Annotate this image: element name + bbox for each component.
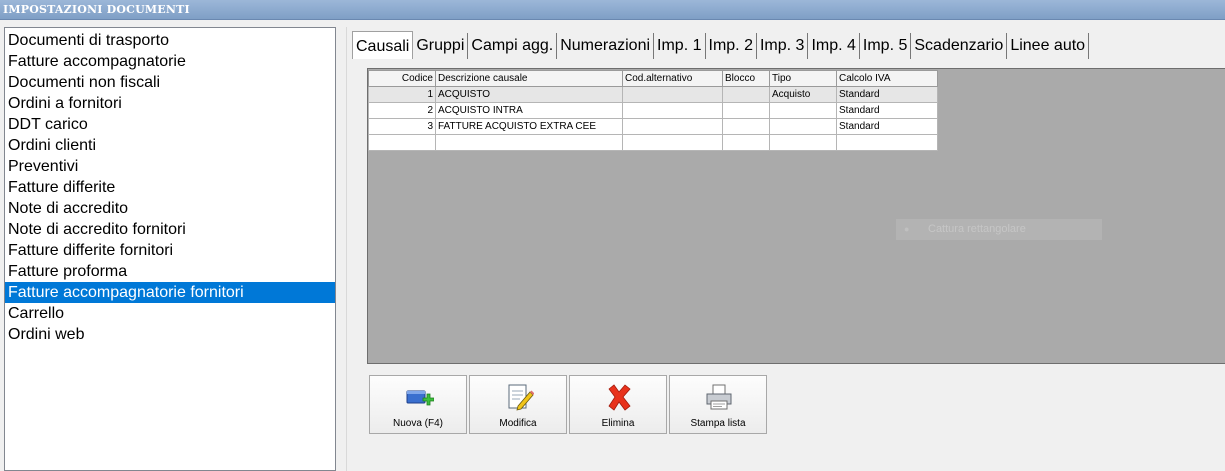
- cell-descrizione: FATTURE ACQUISTO EXTRA CEE: [435, 118, 623, 135]
- sidebar-item-fatture-differite-fornitori[interactable]: Fatture differite fornitori: [5, 240, 335, 261]
- sidebar-item-fatture-accompagnatorie-fornitori[interactable]: Fatture accompagnatorie fornitori: [5, 282, 335, 303]
- tab-imp-5[interactable]: Imp. 5: [860, 33, 912, 59]
- sidebar-item-preventivi[interactable]: Preventivi: [5, 156, 335, 177]
- sidebar-item-note-di-accredito[interactable]: Note di accredito: [5, 198, 335, 219]
- tab-campi-agg[interactable]: Campi agg.: [468, 33, 558, 59]
- delete-x-icon: [608, 384, 631, 411]
- cell-blocco: [722, 102, 770, 119]
- causali-table: Codice Descrizione causale Cod.alternati…: [368, 70, 938, 151]
- cell-descrizione[interactable]: [435, 134, 623, 151]
- sidebar-item-ordini-a-fornitori[interactable]: Ordini a fornitori: [5, 93, 335, 114]
- tab-scadenzario[interactable]: Scadenzario: [911, 33, 1008, 59]
- document-type-list[interactable]: Documenti di trasporto Fatture accompagn…: [4, 27, 336, 471]
- tab-causali[interactable]: Causali: [352, 31, 414, 59]
- print-list-button[interactable]: Stampa lista: [669, 375, 767, 434]
- screen-capture-overlay: ● Cattura rettangolare: [896, 219, 1102, 240]
- tab-imp-3[interactable]: Imp. 3: [757, 33, 809, 59]
- tab-linee-auto[interactable]: Linee auto: [1007, 33, 1090, 59]
- cell-cod-alternativo: [622, 102, 723, 119]
- cell-tipo: Acquisto: [769, 86, 837, 103]
- tab-imp-2[interactable]: Imp. 2: [706, 33, 757, 59]
- column-header-cod-alternativo[interactable]: Cod.alternativo: [622, 70, 723, 87]
- sidebar-item-documenti-non-fiscali[interactable]: Documenti non fiscali: [5, 72, 335, 93]
- cell-cod-alternativo: [622, 118, 723, 135]
- window-title: IMPOSTAZIONI DOCUMENTI: [3, 3, 190, 16]
- record-dot-icon: ●: [904, 224, 910, 234]
- column-header-blocco[interactable]: Blocco: [722, 70, 770, 87]
- sidebar-item-fatture-accompagnatorie[interactable]: Fatture accompagnatorie: [5, 51, 335, 72]
- cell-descrizione: ACQUISTO INTRA: [435, 102, 623, 119]
- tab-gruppi[interactable]: Gruppi: [413, 33, 469, 59]
- cell-tipo: [769, 102, 837, 119]
- cell-blocco: [722, 118, 770, 135]
- cell-calcolo-iva: Standard: [836, 102, 938, 119]
- cell-cod-alternativo[interactable]: [622, 134, 723, 151]
- column-header-descrizione[interactable]: Descrizione causale: [435, 70, 623, 87]
- cell-descrizione: ACQUISTO: [435, 86, 623, 103]
- cell-calcolo-iva: Standard: [836, 86, 938, 103]
- tab-numerazioni[interactable]: Numerazioni: [557, 33, 655, 59]
- delete-button[interactable]: Elimina: [569, 375, 667, 434]
- cell-tipo[interactable]: [769, 134, 837, 151]
- sidebar-item-fatture-proforma[interactable]: Fatture proforma: [5, 261, 335, 282]
- table-row[interactable]: 1 ACQUISTO Acquisto Standard: [368, 86, 938, 103]
- table-row[interactable]: 2 ACQUISTO INTRA Standard: [368, 102, 938, 119]
- cell-tipo: [769, 118, 837, 135]
- add-window-icon: [406, 390, 434, 406]
- table-row[interactable]: 3 FATTURE ACQUISTO EXTRA CEE Standard: [368, 118, 938, 135]
- cell-cod-alternativo: [622, 86, 723, 103]
- action-toolbar: Nuova (F4) Modifica Elimina Stampa lista: [369, 375, 769, 434]
- column-header-tipo[interactable]: Tipo: [769, 70, 837, 87]
- panel-divider: [346, 27, 347, 471]
- edit-document-icon: [508, 384, 534, 411]
- tab-imp-4[interactable]: Imp. 4: [808, 33, 860, 59]
- cell-calcolo-iva[interactable]: [836, 134, 938, 151]
- cell-codice[interactable]: [368, 134, 436, 151]
- causali-grid-panel: Codice Descrizione causale Cod.alternati…: [367, 68, 1225, 364]
- cell-blocco[interactable]: [722, 134, 770, 151]
- sidebar-item-ordini-clienti[interactable]: Ordini clienti: [5, 135, 335, 156]
- printer-icon: [706, 384, 732, 410]
- document-type-items: Documenti di trasporto Fatture accompagn…: [5, 28, 335, 345]
- sidebar-item-note-di-accredito-fornitori[interactable]: Note di accredito fornitori: [5, 219, 335, 240]
- table-header-row: Codice Descrizione causale Cod.alternati…: [368, 70, 938, 87]
- sidebar-item-ordini-web[interactable]: Ordini web: [5, 324, 335, 345]
- delete-button-label: Elimina: [601, 418, 635, 429]
- cell-codice: 3: [368, 118, 436, 135]
- sidebar-item-fatture-differite[interactable]: Fatture differite: [5, 177, 335, 198]
- table-row-new[interactable]: [368, 134, 938, 151]
- cell-calcolo-iva: Standard: [836, 118, 938, 135]
- window-titlebar: IMPOSTAZIONI DOCUMENTI: [0, 0, 1225, 20]
- column-header-calcolo-iva[interactable]: Calcolo IVA: [836, 70, 938, 87]
- edit-button-label: Modifica: [499, 418, 537, 429]
- column-header-codice[interactable]: Codice: [368, 70, 436, 87]
- tab-imp-1[interactable]: Imp. 1: [654, 33, 706, 59]
- cell-blocco: [722, 86, 770, 103]
- settings-tab-strip: Causali Gruppi Campi agg. Numerazioni Im…: [352, 31, 1090, 59]
- new-button-label: Nuova (F4): [392, 418, 443, 429]
- cell-codice: 2: [368, 102, 436, 119]
- new-button[interactable]: Nuova (F4): [369, 375, 467, 434]
- sidebar-item-documenti-di-trasporto[interactable]: Documenti di trasporto: [5, 30, 335, 51]
- cell-codice: 1: [368, 86, 436, 103]
- overlay-text: Cattura rettangolare: [928, 223, 1026, 235]
- print-list-button-label: Stampa lista: [690, 418, 746, 429]
- sidebar-item-ddt-carico[interactable]: DDT carico: [5, 114, 335, 135]
- edit-button[interactable]: Modifica: [469, 375, 567, 434]
- sidebar-item-carrello[interactable]: Carrello: [5, 303, 335, 324]
